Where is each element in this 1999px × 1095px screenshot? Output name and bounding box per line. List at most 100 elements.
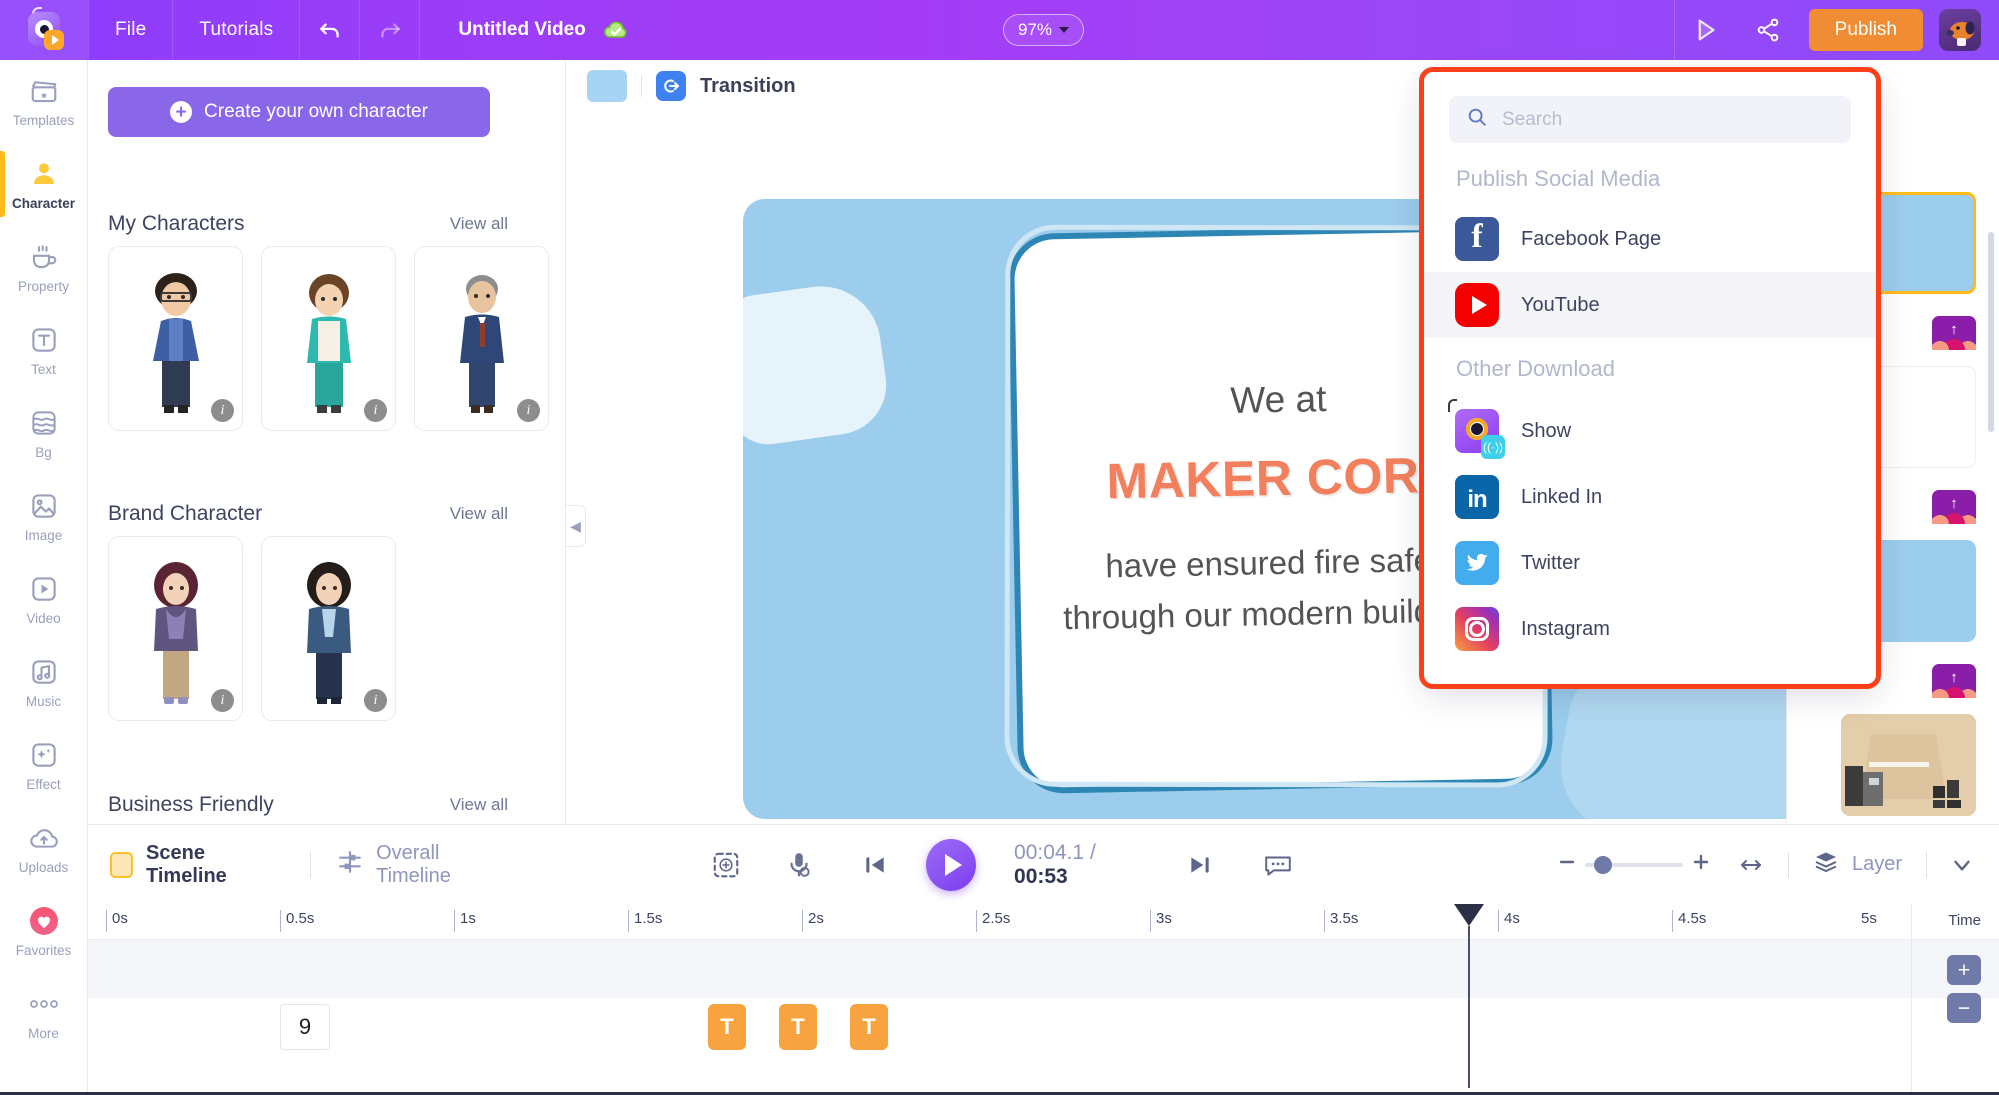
ruler-tick: 3.5s	[1324, 910, 1358, 932]
character-card[interactable]: i	[261, 536, 396, 721]
group-title: Publish Social Media	[1456, 166, 1661, 191]
skip-previous-icon[interactable]	[862, 852, 888, 878]
card-info-icon[interactable]: i	[517, 399, 540, 422]
sidebar-item-label: Character	[11, 196, 76, 211]
zoom-track[interactable]	[1585, 855, 1684, 874]
card-info-icon[interactable]: i	[211, 689, 234, 712]
menu-item-linkedin[interactable]: in Linked In	[1424, 464, 1876, 530]
card-info-icon[interactable]: i	[364, 399, 387, 422]
microphone-icon[interactable]	[784, 850, 814, 880]
view-all-link[interactable]: View all	[450, 504, 508, 524]
zoom-level-selector[interactable]: 97%	[1003, 14, 1085, 46]
user-avatar[interactable]	[1939, 9, 1981, 51]
divider	[1911, 904, 1912, 1095]
character-card[interactable]: i	[108, 536, 243, 721]
sidebar-item-music[interactable]: Music	[0, 641, 87, 724]
menu-item-show[interactable]: ((·)) Show	[1424, 398, 1876, 464]
left-sidebar: Templates Character Property Text Bg Ima…	[0, 60, 88, 1095]
caption-icon[interactable]	[1263, 852, 1293, 878]
view-all-link[interactable]: View all	[450, 214, 508, 234]
scene-color-swatch[interactable]	[587, 70, 627, 102]
publish-button[interactable]: Publish	[1808, 9, 1923, 51]
ruler-tick: 3s	[1150, 910, 1172, 932]
document-title-area[interactable]: Untitled Video	[419, 0, 655, 60]
text-element-chip[interactable]: T	[708, 1004, 746, 1050]
strip-scrollbar[interactable]	[1988, 232, 1994, 432]
timeline-ruler[interactable]: 0s 0.5s 1s 1.5s 2s 2.5s 3s 3.5s 4s 4.5s …	[88, 904, 1999, 940]
sidebar-item-bg[interactable]: Bg	[0, 392, 87, 475]
search-field[interactable]	[1449, 96, 1851, 143]
view-all-link[interactable]: View all	[450, 795, 508, 815]
add-time-button[interactable]: +	[1947, 955, 1981, 985]
timeline-playhead[interactable]	[1454, 904, 1484, 1088]
track-band[interactable]	[88, 940, 1999, 998]
sidebar-item-effect[interactable]: Effect	[0, 724, 87, 807]
playhead-handle[interactable]	[1454, 904, 1484, 926]
overall-timeline-icon	[337, 849, 363, 881]
remove-time-button[interactable]: −	[1947, 993, 1981, 1023]
redo-icon[interactable]	[359, 0, 419, 60]
search-input[interactable]	[1502, 108, 1832, 131]
timeline-zoom-slider[interactable]	[1558, 853, 1710, 876]
sidebar-item-property[interactable]: Property	[0, 226, 87, 309]
sidebar-item-video[interactable]: Video	[0, 558, 87, 641]
time-column-label: Time	[1948, 912, 1981, 929]
undo-icon[interactable]	[299, 0, 359, 60]
menu-item-youtube[interactable]: YouTube	[1424, 272, 1876, 338]
card-info-icon[interactable]: i	[364, 689, 387, 712]
sidebar-item-uploads[interactable]: Uploads	[0, 807, 87, 890]
fit-width-icon[interactable]	[1738, 855, 1764, 875]
music-icon	[28, 656, 60, 688]
menu-tutorials[interactable]: Tutorials	[172, 0, 299, 60]
sidebar-item-character[interactable]: Character	[0, 143, 87, 226]
scene-number-chip[interactable]: 9	[280, 1004, 330, 1050]
layer-icon	[1813, 850, 1839, 880]
menu-file[interactable]: File	[88, 0, 172, 60]
text-element-chip[interactable]: T	[779, 1004, 817, 1050]
character-card-row: i i	[108, 536, 396, 721]
create-character-button[interactable]: + Create your own character	[108, 87, 490, 137]
app-logo[interactable]	[0, 0, 88, 60]
sidebar-item-text[interactable]: Text	[0, 309, 87, 392]
zoom-knob[interactable]	[1594, 855, 1613, 874]
transition-chip[interactable]: ↑	[1932, 664, 1976, 698]
skip-next-icon[interactable]	[1187, 852, 1213, 878]
transition-chip[interactable]: ↑	[1932, 490, 1976, 524]
share-icon[interactable]	[1737, 0, 1799, 60]
text-element-chip[interactable]: T	[850, 1004, 888, 1050]
tab-scene-timeline[interactable]: Scene Timeline	[110, 842, 284, 888]
card-info-icon[interactable]: i	[211, 399, 234, 422]
plus-icon[interactable]	[1692, 853, 1710, 876]
character-card[interactable]: i	[414, 246, 549, 431]
preview-play-icon[interactable]	[1675, 0, 1737, 60]
minus-icon[interactable]	[1558, 853, 1576, 876]
timeline-tracks[interactable]: 9 T T T	[88, 940, 1999, 1095]
character-card[interactable]: i	[261, 246, 396, 431]
tab-overall-timeline[interactable]: Overall Timeline	[337, 842, 511, 888]
play-button[interactable]	[926, 838, 977, 891]
timeline-toolbar: Scene Timeline Overall Timeline 00:04.1 …	[88, 824, 1999, 904]
layer-button[interactable]: Layer	[1813, 850, 1902, 880]
menu-item-twitter[interactable]: Twitter	[1424, 530, 1876, 596]
sidebar-item-more[interactable]: More	[0, 973, 87, 1056]
dropdown-group-social: Publish Social Media f Facebook Page You…	[1424, 166, 1876, 338]
collapse-panel-button[interactable]: ◀	[566, 505, 586, 547]
create-character-label: Create your own character	[204, 101, 428, 122]
sidebar-item-favorites[interactable]: Favorites	[0, 890, 87, 973]
menu-item-facebook-page[interactable]: f Facebook Page	[1424, 206, 1876, 272]
ruler-tick: 2.5s	[976, 910, 1010, 932]
tab-label: Scene Timeline	[146, 841, 227, 887]
menu-item-label: Facebook Page	[1521, 227, 1662, 250]
animaker-show-icon: ((·))	[1448, 399, 1505, 459]
scene-thumbnail[interactable]	[1841, 714, 1976, 816]
transition-chip[interactable]: ↑	[1932, 316, 1976, 350]
slide-line-2: MAKER CORP	[1105, 446, 1454, 510]
menu-item-instagram[interactable]: Instagram	[1424, 596, 1876, 662]
sidebar-item-image[interactable]: Image	[0, 475, 87, 558]
character-card[interactable]: i	[108, 246, 243, 431]
chevron-down-icon[interactable]	[1949, 852, 1975, 878]
ruler-tick: 4.5s	[1672, 910, 1706, 932]
fit-to-screen-icon[interactable]	[711, 850, 739, 880]
transition-icon[interactable]	[656, 71, 686, 101]
sidebar-item-templates[interactable]: Templates	[0, 60, 87, 143]
